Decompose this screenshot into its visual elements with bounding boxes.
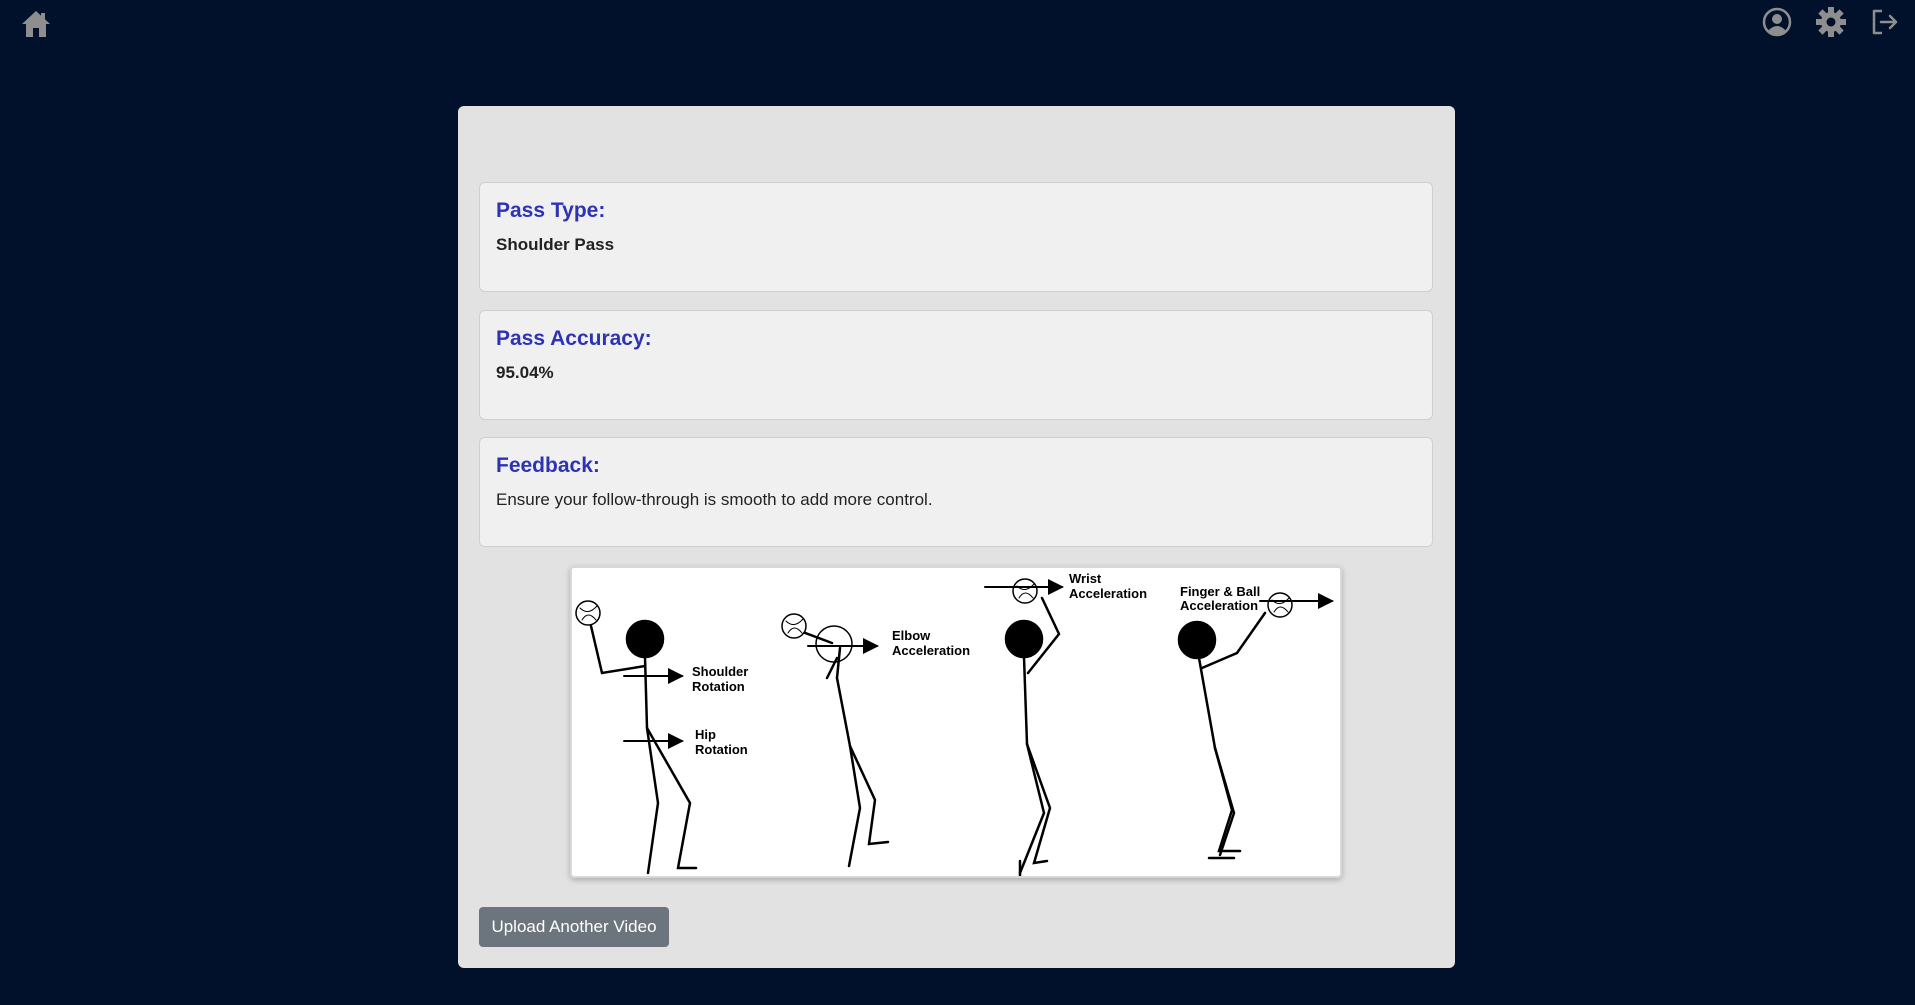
shoulder-rotation-label-1: Shoulder	[692, 664, 748, 679]
top-nav	[0, 0, 1915, 60]
feedback-section: Feedback: Ensure your follow-through is …	[479, 437, 1433, 547]
pass-accuracy-section: Pass Accuracy: 95.04%	[479, 310, 1433, 420]
analysis-card: Pass Type: Shoulder Pass Pass Accuracy: …	[458, 106, 1455, 968]
hip-rotation-label-2: Rotation	[695, 742, 748, 757]
user-actions	[1761, 6, 1901, 38]
figure-finger-ball	[1177, 592, 1334, 860]
figure-wrist	[984, 578, 1064, 876]
pass-technique-illustration: Shoulder Rotation Hip Rotation Elbow Acc…	[570, 566, 1342, 878]
stick-figure-diagram: Shoulder Rotation Hip Rotation Elbow Acc…	[575, 571, 1334, 876]
wrist-acceleration-label-2: Acceleration	[1069, 586, 1147, 601]
home-icon[interactable]	[20, 8, 52, 40]
pass-accuracy-value: 95.04%	[496, 363, 554, 382]
user-circle-icon[interactable]	[1761, 6, 1793, 38]
pass-type-value: Shoulder Pass	[496, 235, 615, 254]
gear-icon[interactable]	[1815, 6, 1847, 38]
hip-rotation-label-1: Hip	[695, 727, 716, 742]
upload-another-video-button[interactable]: Upload Another Video	[479, 907, 669, 947]
finger-ball-acceleration-label-1: Finger & Ball	[1180, 584, 1260, 599]
feedback-text: Ensure your follow-through is smooth to …	[496, 490, 933, 509]
figure-elbow	[781, 613, 890, 868]
pass-type-label: Pass Type:	[496, 199, 606, 222]
elbow-acceleration-label-1: Elbow	[892, 628, 931, 643]
pass-accuracy-label: Pass Accuracy:	[496, 327, 652, 350]
shoulder-rotation-label-2: Rotation	[692, 679, 745, 694]
figure-shoulder-hip	[575, 600, 698, 875]
wrist-acceleration-label-1: Wrist	[1069, 571, 1102, 586]
feedback-label: Feedback:	[496, 454, 600, 477]
elbow-acceleration-label-2: Acceleration	[892, 643, 970, 658]
pass-type-section: Pass Type: Shoulder Pass	[479, 182, 1433, 292]
logout-icon[interactable]	[1869, 6, 1901, 38]
finger-ball-acceleration-label-2: Acceleration	[1180, 598, 1258, 613]
